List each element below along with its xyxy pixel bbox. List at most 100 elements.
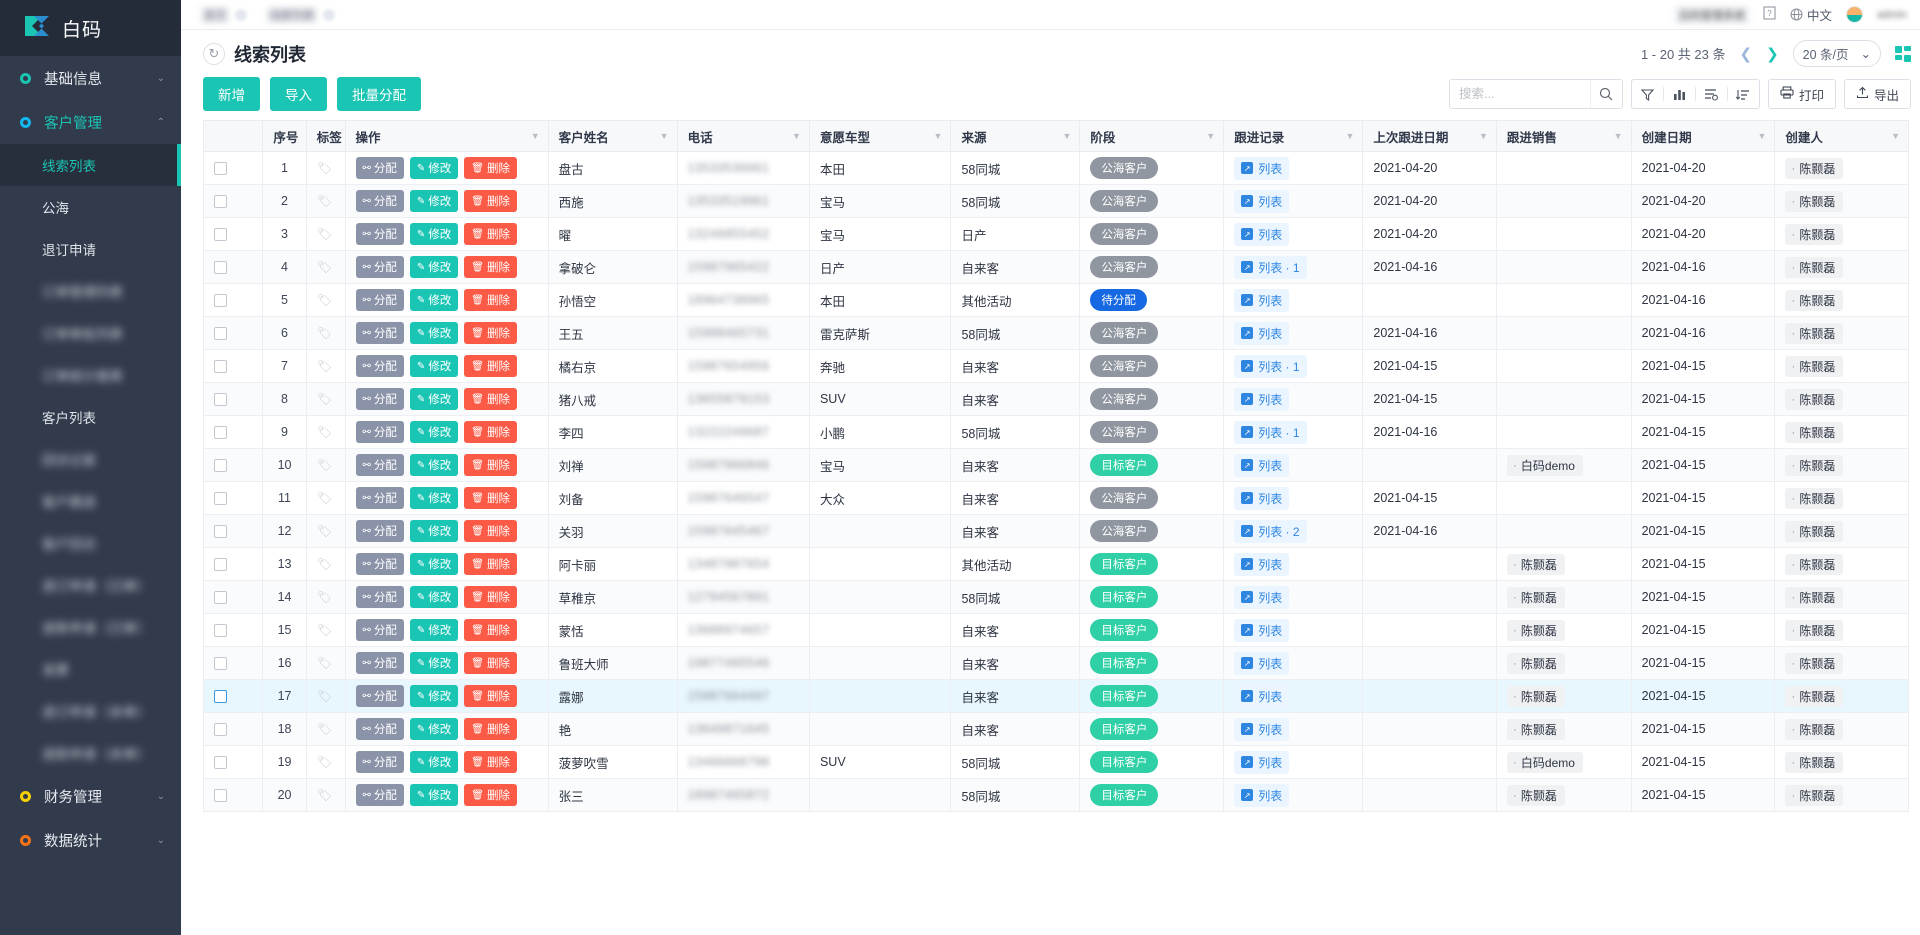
operations-cell[interactable]: ⚯ 分配 ✎ 修改 🗑 删除 (345, 646, 549, 680)
tag-icon[interactable]: 🏷 (317, 755, 332, 769)
delete-button[interactable]: 🗑 删除 (464, 454, 517, 476)
chevron-down-icon[interactable]: ▼ (1062, 131, 1071, 141)
row-select-cell[interactable] (202, 613, 264, 647)
tag-icon[interactable]: 🏷 (317, 656, 332, 670)
tag-cell[interactable]: 🏷 (306, 745, 346, 779)
row-select-cell[interactable] (202, 151, 264, 185)
follow-record-cell[interactable]: ↗ 列表 (1223, 217, 1364, 251)
assign-button[interactable]: ⚯ 分配 (355, 487, 404, 509)
tag-cell[interactable]: 🏷 (306, 316, 346, 350)
sidebar-item-1-4[interactable]: 订单审批列表 (0, 312, 181, 354)
row-checkbox[interactable] (214, 525, 227, 539)
sidebar-group-1[interactable]: 客户管理 ⌃ (0, 100, 181, 144)
tag-icon[interactable]: 🏷 (317, 326, 332, 340)
follow-record-cell[interactable]: ↗ 列表 (1223, 151, 1364, 185)
tag-icon[interactable]: 🏷 (317, 161, 332, 175)
table-row[interactable]: 9 🏷 ⚯ 分配 ✎ 修改 🗑 删除 李四 13222249687 小鹏 58同城 公海客户 ↗ 列表 · … (202, 415, 1909, 449)
tag-icon[interactable]: 🏷 (317, 425, 332, 439)
sidebar-group-2[interactable]: 财务管理 ⌄ (0, 774, 181, 818)
delete-button[interactable]: 🗑 删除 (464, 355, 517, 377)
tag-cell[interactable]: 🏷 (306, 382, 346, 416)
row-checkbox[interactable] (214, 162, 227, 176)
operations-cell[interactable]: ⚯ 分配 ✎ 修改 🗑 删除 (345, 712, 549, 746)
refresh-icon[interactable]: ↻ (203, 42, 225, 65)
row-select-cell[interactable] (202, 547, 264, 581)
row-select-cell[interactable] (202, 349, 264, 383)
table-row[interactable]: 7 🏷 ⚯ 分配 ✎ 修改 🗑 删除 橘右京 15987654956 奔驰 自来客 公海客户 ↗ 列表 · … (202, 349, 1909, 383)
edit-button[interactable]: ✎ 修改 (409, 421, 459, 443)
row-checkbox[interactable] (214, 624, 227, 638)
sidebar-item-1-13[interactable]: 退订申请（未审） (0, 690, 181, 732)
follow-record-link[interactable]: ↗ 列表 (1234, 585, 1290, 609)
table-row[interactable]: 14🏷⚯分配✎修改🗑删除草稚京1279456789158同城目标客户↗列表陈颢磊… (202, 580, 1909, 614)
tag-icon[interactable]: 🏷 (317, 194, 332, 208)
assign-button[interactable]: ⚯ 分配 (355, 652, 404, 674)
follow-record-link[interactable]: ↗ 列表 (1234, 222, 1290, 246)
edit-button[interactable]: ✎ 修改 (409, 157, 459, 179)
row-select-cell[interactable] (202, 217, 264, 251)
edit-button[interactable]: ✎ 修改 (409, 289, 459, 311)
row-checkbox[interactable] (214, 657, 227, 671)
row-checkbox[interactable] (214, 261, 227, 275)
table-row[interactable]: 3 🏷 ⚯ 分配 ✎ 修改 🗑 删除曜 13246855452 宝马 日产 公海客户 ↗ 列表 2021-0… (202, 217, 1909, 251)
tag-icon[interactable]: 🏷 (317, 623, 332, 637)
column-header-4[interactable]: 电话 ▼ (677, 120, 810, 152)
tag-icon[interactable]: 🏷 (317, 689, 332, 703)
sidebar-item-1-3[interactable]: 订单管理列表 (0, 270, 181, 312)
follow-record-cell[interactable]: ↗ 列表 (1223, 448, 1364, 482)
follow-record-link[interactable]: ↗ 列表 · 1 (1234, 420, 1307, 444)
edit-button[interactable]: ✎ 修改 (409, 388, 459, 410)
sidebar-item-1-10[interactable]: 退订申请（已审） (0, 564, 181, 606)
row-checkbox[interactable] (214, 459, 227, 473)
language-switcher[interactable]: 中文 (1790, 5, 1832, 24)
row-select-cell[interactable] (202, 184, 264, 218)
row-checkbox[interactable] (214, 756, 227, 770)
delete-button[interactable]: 🗑 删除 (464, 157, 517, 179)
delete-button[interactable]: 🗑 删除 (464, 421, 517, 443)
row-select-cell[interactable] (202, 712, 264, 746)
operations-cell[interactable]: ⚯ 分配 ✎ 修改 🗑 删除 (345, 613, 549, 647)
follow-record-cell[interactable]: ↗ 列表 (1223, 481, 1364, 515)
tag-cell[interactable]: 🏷 (306, 712, 346, 746)
sidebar-item-1-12[interactable]: 发票 (0, 648, 181, 690)
edit-button[interactable]: ✎ 修改 (409, 520, 459, 542)
edit-button[interactable]: ✎ 修改 (409, 322, 459, 344)
chevron-down-icon[interactable]: ▼ (1345, 131, 1354, 141)
row-select-cell[interactable] (202, 382, 264, 416)
follow-record-link[interactable]: ↗ 列表 (1234, 387, 1290, 411)
chevron-down-icon[interactable]: ▼ (934, 131, 943, 141)
assign-button[interactable]: ⚯ 分配 (355, 718, 404, 740)
assign-button[interactable]: ⚯ 分配 (355, 421, 404, 443)
chevron-down-icon[interactable]: ▼ (1479, 131, 1488, 141)
tab-home[interactable]: 首页 (191, 6, 257, 23)
chevron-down-icon[interactable]: ▼ (1891, 131, 1900, 141)
sidebar-item-1-8[interactable]: 客户跟进 (0, 480, 181, 522)
row-select-cell[interactable] (202, 415, 264, 449)
assign-button[interactable]: ⚯ 分配 (355, 190, 404, 212)
delete-button[interactable]: 🗑 删除 (464, 322, 517, 344)
tag-cell[interactable]: 🏷 (306, 778, 346, 812)
assign-button[interactable]: ⚯ 分配 (355, 586, 404, 608)
follow-record-cell[interactable]: ↗ 列表 (1223, 679, 1364, 713)
assign-button[interactable]: ⚯ 分配 (355, 751, 404, 773)
table-row[interactable]: 5 🏷 ⚯ 分配 ✎ 修改 🗑 删除 孙悟空 18964738965 本田 其他活动 待分配 ↗ 列表 202… (202, 283, 1909, 317)
column-header-2[interactable]: 操作 ▼ (345, 120, 549, 152)
follow-record-link[interactable]: ↗ 列表 (1234, 453, 1290, 477)
delete-button[interactable]: 🗑 删除 (464, 190, 517, 212)
username[interactable]: admin (1877, 9, 1907, 21)
follow-record-link[interactable]: ↗ 列表 (1234, 783, 1290, 807)
delete-button[interactable]: 🗑 删除 (464, 487, 517, 509)
layout-grid-icon[interactable] (1895, 45, 1911, 62)
table-row[interactable]: 13🏷⚯分配✎修改🗑删除阿卡丽13487987654其他活动目标客户↗列表陈颢磊… (202, 547, 1909, 581)
follow-record-cell[interactable]: ↗ 列表 · 1 (1223, 349, 1364, 383)
sidebar-item-1-5[interactable]: 订单统计报表 (0, 354, 181, 396)
follow-record-cell[interactable]: ↗ 列表 · 1 (1223, 415, 1364, 449)
tag-icon[interactable]: 🏷 (317, 392, 332, 406)
follow-record-cell[interactable]: ↗ 列表 (1223, 646, 1364, 680)
delete-button[interactable]: 🗑 删除 (464, 520, 517, 542)
chevron-down-icon[interactable]: ▼ (792, 131, 801, 141)
table-row[interactable]: 17🏷⚯分配✎修改🗑删除露娜15987664497自来客目标客户↗列表陈颢磊20… (202, 679, 1909, 713)
column-header-12[interactable]: 创建人 ▼ (1774, 120, 1909, 152)
sidebar-group-0[interactable]: 基础信息 ⌄ (0, 56, 181, 100)
edit-button[interactable]: ✎ 修改 (409, 784, 459, 806)
